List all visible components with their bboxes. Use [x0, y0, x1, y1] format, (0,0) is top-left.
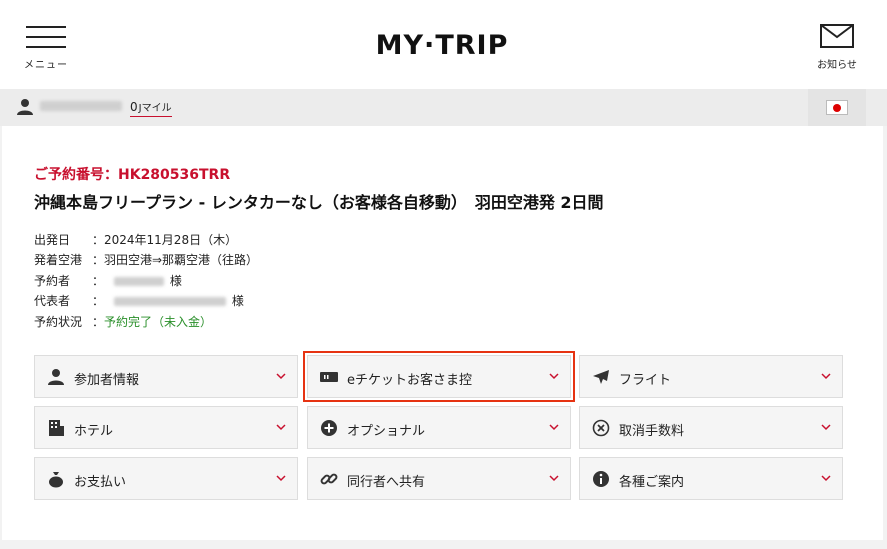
notice-button[interactable]: お知らせ	[810, 22, 864, 72]
booker-suffix: 様	[169, 274, 182, 288]
mile-unit: Jマイル	[138, 103, 172, 114]
chevron-down-icon	[276, 373, 286, 380]
info-row-representative: 代表者 ： 様	[34, 292, 244, 309]
x-circle-icon	[592, 419, 610, 437]
chevron-down-icon	[821, 373, 831, 380]
info-value: ：2024年11月28日（木）	[92, 233, 238, 247]
plan-title: 沖縄本島フリープラン - レンタカーなし（お客様各自移動） 羽田空港発 2日間	[34, 193, 604, 212]
chevron-down-icon	[549, 424, 559, 431]
chevron-down-icon	[549, 373, 559, 380]
info-key: 予約者	[34, 274, 71, 288]
reservation-card: ご予約番号：HK280536TRR 沖縄本島フリープラン - レンタカーなし（お…	[2, 126, 883, 540]
user-icon	[48, 369, 64, 385]
tile-label: 同行者へ共有	[347, 475, 426, 490]
masked-booker-name	[113, 277, 164, 286]
page-bottom	[0, 540, 887, 549]
chevron-down-icon	[549, 475, 559, 482]
info-key: 出発日	[34, 233, 71, 247]
header: メニュー MY·TRIP お知らせ	[0, 0, 887, 89]
tile-label: フライト	[619, 373, 672, 388]
reservation-number: ご予約番号：HK280536TRR	[34, 167, 231, 183]
hamburger-line	[26, 36, 66, 38]
info-value: ：羽田空港⇒那覇空港（往路）	[92, 253, 259, 267]
info-icon	[593, 471, 609, 487]
money-bag-icon	[49, 472, 63, 488]
info-value: ：	[92, 315, 105, 329]
tile-label: お支払い	[74, 475, 127, 490]
tile-payment[interactable]: お支払い	[34, 457, 298, 500]
info-key: 代表者	[34, 294, 71, 308]
info-value: ：	[92, 294, 105, 308]
tile-hotel[interactable]: ホテル	[34, 406, 298, 449]
representative-suffix: 様	[231, 294, 244, 308]
japan-flag-icon	[826, 100, 848, 115]
chevron-down-icon	[821, 475, 831, 482]
language-button[interactable]	[808, 89, 866, 126]
info-row-departure: 出発日 ：2024年11月28日（木）	[34, 231, 237, 248]
tile-flight[interactable]: フライト	[579, 355, 843, 398]
tile-label: 参加者情報	[74, 373, 140, 388]
tile-optional[interactable]: オプショナル	[307, 406, 571, 449]
link-icon	[320, 473, 338, 485]
info-row-booker: 予約者 ： 様	[34, 272, 182, 289]
envelope-icon	[820, 24, 854, 48]
tile-share-companion[interactable]: 同行者へ共有	[307, 457, 571, 500]
user-icon	[17, 99, 33, 115]
ticket-icon	[320, 372, 338, 382]
info-value: ：	[92, 274, 105, 288]
info-row-airport: 発着空港 ：羽田空港⇒那覇空港（往路）	[34, 251, 258, 268]
masked-user-name	[40, 101, 122, 111]
user-bar: 0 Jマイル	[0, 89, 887, 126]
hamburger-line	[26, 46, 66, 48]
chevron-down-icon	[821, 424, 831, 431]
tile-participants[interactable]: 参加者情報	[34, 355, 298, 398]
info-key: 予約状況	[34, 315, 83, 329]
logo-text: MY·TRIP	[376, 30, 509, 61]
tile-label: 取消手数料	[619, 424, 685, 439]
notice-label: お知らせ	[817, 60, 857, 71]
tile-label: 各種ご案内	[619, 475, 685, 490]
info-key: 発着空港	[34, 253, 83, 267]
tile-guidance[interactable]: 各種ご案内	[579, 457, 843, 500]
mile-link[interactable]: 0 Jマイル	[130, 99, 172, 117]
plus-circle-icon	[321, 420, 337, 436]
tile-cancellation[interactable]: 取消手数料	[579, 406, 843, 449]
chevron-down-icon	[276, 424, 286, 431]
hamburger-icon	[26, 26, 66, 28]
chevron-down-icon	[276, 475, 286, 482]
logo[interactable]: MY·TRIP	[350, 26, 534, 62]
tile-label: eチケットお客さま控	[347, 373, 472, 388]
masked-representative-name	[113, 297, 226, 306]
tile-label: オプショナル	[347, 424, 426, 439]
tile-label: ホテル	[74, 424, 114, 439]
status-badge: 予約完了（未入金）	[104, 315, 213, 329]
menu-button[interactable]: メニュー	[24, 24, 68, 72]
tile-eticket[interactable]: eチケットお客さま控	[303, 351, 575, 402]
menu-label: メニュー	[24, 60, 68, 71]
info-row-status: 予約状況 ：予約完了（未入金）	[34, 313, 212, 330]
hotel-icon	[49, 420, 64, 436]
airplane-icon	[593, 370, 609, 384]
mile-value: 0	[130, 100, 138, 114]
